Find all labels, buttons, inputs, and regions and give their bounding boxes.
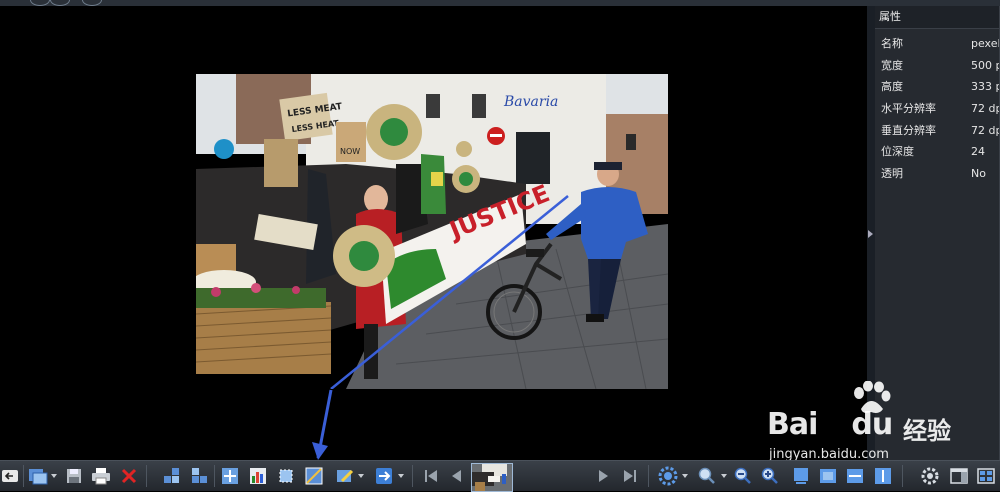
fullscreen-icon[interactable] bbox=[976, 466, 996, 486]
previous-image-icon[interactable] bbox=[446, 466, 466, 486]
delete-icon[interactable] bbox=[119, 466, 139, 486]
property-row: 水平分辨率 72 dp bbox=[875, 98, 1000, 120]
export-dropdown-icon[interactable] bbox=[398, 474, 404, 478]
properties-title: 属性 bbox=[879, 10, 901, 23]
property-key: 高度 bbox=[881, 80, 903, 94]
browse-icon[interactable] bbox=[28, 466, 48, 486]
property-value: No bbox=[971, 167, 986, 181]
toolbar-separator bbox=[146, 465, 147, 487]
export-icon[interactable] bbox=[374, 466, 394, 486]
save-icon[interactable] bbox=[64, 466, 84, 486]
property-value: 72 dp bbox=[971, 123, 1000, 137]
properties-header: 属性 bbox=[875, 6, 1000, 29]
property-key: 水平分辨率 bbox=[881, 102, 936, 116]
edit-icon[interactable] bbox=[335, 466, 355, 486]
property-value: 500 p bbox=[971, 58, 1000, 72]
baidu-jingyan-watermark: Bai du 经验 jingyan.baidu.com bbox=[765, 381, 955, 462]
property-row: 名称 pexel bbox=[875, 33, 1000, 55]
toolbar-separator bbox=[214, 465, 215, 487]
watermark-brand: Bai du bbox=[767, 407, 893, 442]
property-row: 垂直分辨率 72 dp bbox=[875, 120, 1000, 142]
property-value: 72 dp bbox=[971, 102, 1000, 116]
property-value: pexel bbox=[971, 37, 1000, 50]
crop-icon[interactable] bbox=[276, 466, 296, 486]
grid-icon[interactable] bbox=[190, 466, 210, 486]
collapse-arrow-icon[interactable] bbox=[868, 230, 873, 238]
toolbar-separator bbox=[902, 465, 903, 487]
fit-icon[interactable] bbox=[220, 466, 240, 486]
edit-dropdown-icon[interactable] bbox=[358, 474, 364, 478]
adjust-icon[interactable] bbox=[304, 466, 324, 486]
image-viewer-canvas[interactable]: Bavaria JUSTICE LESS MEAT LESS HEAT NOW bbox=[0, 6, 867, 460]
property-key: 宽度 bbox=[881, 58, 903, 72]
print-icon[interactable] bbox=[91, 466, 111, 486]
settings-dropdown-icon[interactable] bbox=[682, 474, 688, 478]
toolbar-separator bbox=[648, 465, 649, 487]
options-gear-icon[interactable] bbox=[920, 466, 940, 486]
property-row: 透明 No bbox=[875, 163, 1000, 185]
property-key: 垂直分辨率 bbox=[881, 123, 936, 137]
toolbar-separator bbox=[23, 465, 24, 487]
first-image-icon[interactable] bbox=[421, 466, 441, 486]
property-key: 位深度 bbox=[881, 145, 914, 159]
property-row: 高度 333 p bbox=[875, 76, 1000, 98]
settings-gear-icon[interactable] bbox=[658, 466, 678, 486]
next-image-icon[interactable] bbox=[594, 466, 614, 486]
fit-window-icon[interactable] bbox=[791, 466, 811, 486]
current-thumbnail[interactable] bbox=[471, 463, 513, 492]
layout-icon[interactable] bbox=[949, 466, 969, 486]
property-value: 24 bbox=[971, 145, 985, 159]
back-icon[interactable] bbox=[0, 466, 20, 486]
bottom-toolbar bbox=[0, 460, 1000, 492]
fit-width-icon[interactable] bbox=[845, 466, 865, 486]
zoom-dropdown-icon[interactable] bbox=[721, 474, 727, 478]
annotation-arrow bbox=[312, 389, 333, 460]
browse-dropdown-icon[interactable] bbox=[51, 474, 57, 478]
histogram-icon[interactable] bbox=[248, 466, 268, 486]
zoom-out-icon[interactable] bbox=[733, 466, 753, 486]
property-value: 333 p bbox=[971, 80, 1000, 94]
property-row: 位深度 24 bbox=[875, 141, 1000, 163]
property-key: 透明 bbox=[881, 167, 903, 181]
toolbar-separator bbox=[412, 465, 413, 487]
fit-height-icon[interactable] bbox=[873, 466, 893, 486]
last-image-icon[interactable] bbox=[620, 466, 640, 486]
property-row: 宽度 500 p bbox=[875, 55, 1000, 77]
actual-size-icon[interactable] bbox=[818, 466, 838, 486]
thumbnails-icon[interactable] bbox=[162, 466, 182, 486]
zoom-in-icon[interactable] bbox=[760, 466, 780, 486]
zoom-icon[interactable] bbox=[697, 466, 717, 486]
watermark-product: 经验 bbox=[903, 417, 951, 445]
property-key: 名称 bbox=[881, 37, 903, 50]
